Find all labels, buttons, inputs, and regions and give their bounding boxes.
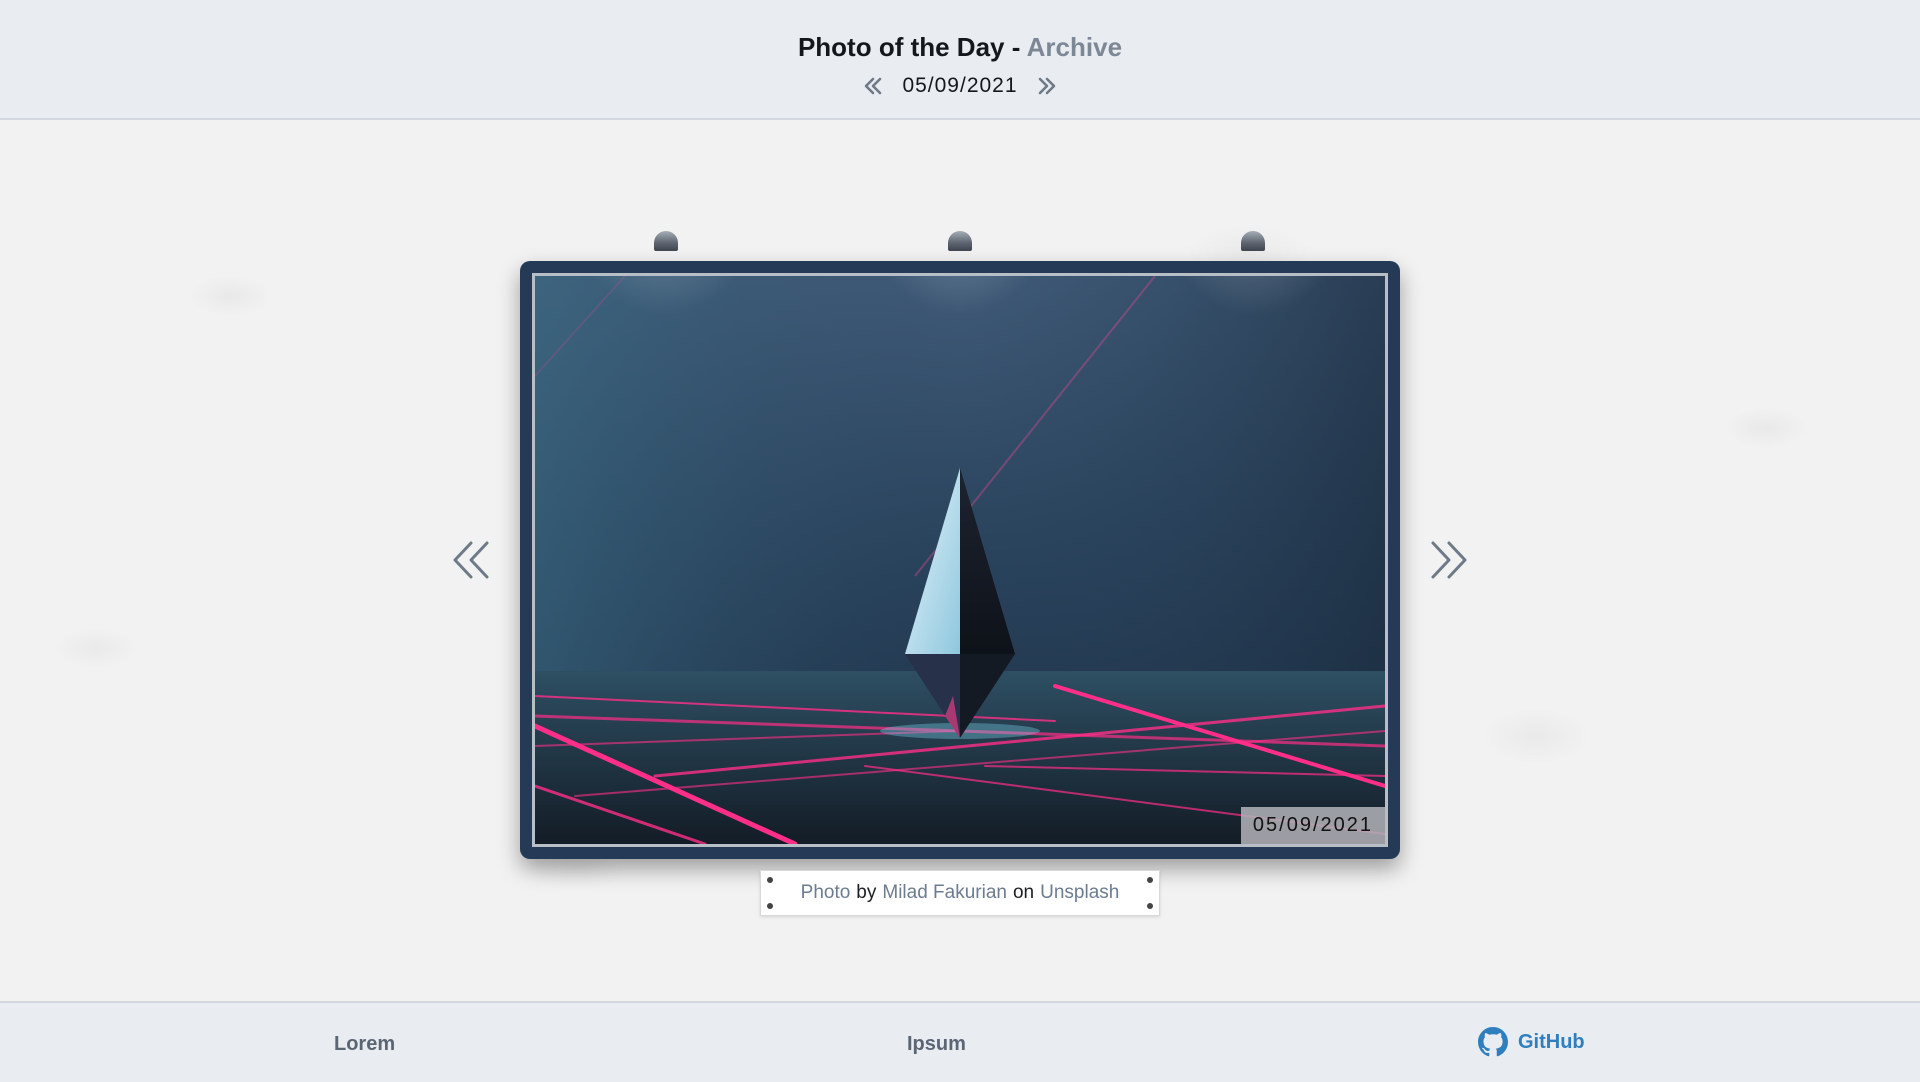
- pin-icon: [654, 231, 678, 251]
- chevron-double-left-icon[interactable]: [449, 537, 493, 583]
- photo-of-the-day: 05/09/2021: [532, 273, 1388, 847]
- unsplash-link[interactable]: Unsplash: [1040, 882, 1119, 904]
- footer: Lorem Ipsum GitHub: [0, 1001, 1920, 1082]
- current-date: 05/09/2021: [902, 74, 1018, 97]
- date-navigation: 05/09/2021: [0, 74, 1920, 98]
- header: Photo of the Day - Archive 05/09/2021: [0, 0, 1920, 120]
- decor-dot: [767, 877, 773, 883]
- decor-dot: [1147, 903, 1153, 909]
- photo-credit: Photo by Milad Fakurian on Unsplash: [760, 870, 1160, 916]
- photo-frame: 05/09/2021: [520, 261, 1400, 859]
- pin-icon: [1241, 231, 1265, 251]
- footer-link-github[interactable]: GitHub: [1478, 1027, 1585, 1057]
- footer-link-ipsum[interactable]: Ipsum: [907, 1033, 966, 1056]
- photo-date-stamp: 05/09/2021: [1240, 807, 1385, 844]
- credit-on: on: [1012, 882, 1035, 903]
- prev-day-icon[interactable]: [862, 75, 884, 97]
- title-archive[interactable]: Archive: [1027, 32, 1122, 62]
- title-text: Photo of the Day -: [797, 32, 1021, 62]
- credit-by: by: [856, 882, 877, 903]
- author-link[interactable]: Milad Fakurian: [882, 882, 1007, 904]
- next-day-icon[interactable]: [1036, 75, 1058, 97]
- github-icon: [1478, 1027, 1508, 1057]
- github-label: GitHub: [1518, 1030, 1585, 1053]
- photo-image: [535, 276, 1385, 844]
- decor-dot: [767, 903, 773, 909]
- footer-link-lorem[interactable]: Lorem: [334, 1033, 395, 1056]
- pin-icon: [948, 231, 972, 251]
- page-title: Photo of the Day - Archive: [0, 32, 1920, 63]
- photo-link[interactable]: Photo: [801, 882, 851, 904]
- chevron-double-right-icon[interactable]: [1427, 537, 1471, 583]
- decor-dot: [1147, 877, 1153, 883]
